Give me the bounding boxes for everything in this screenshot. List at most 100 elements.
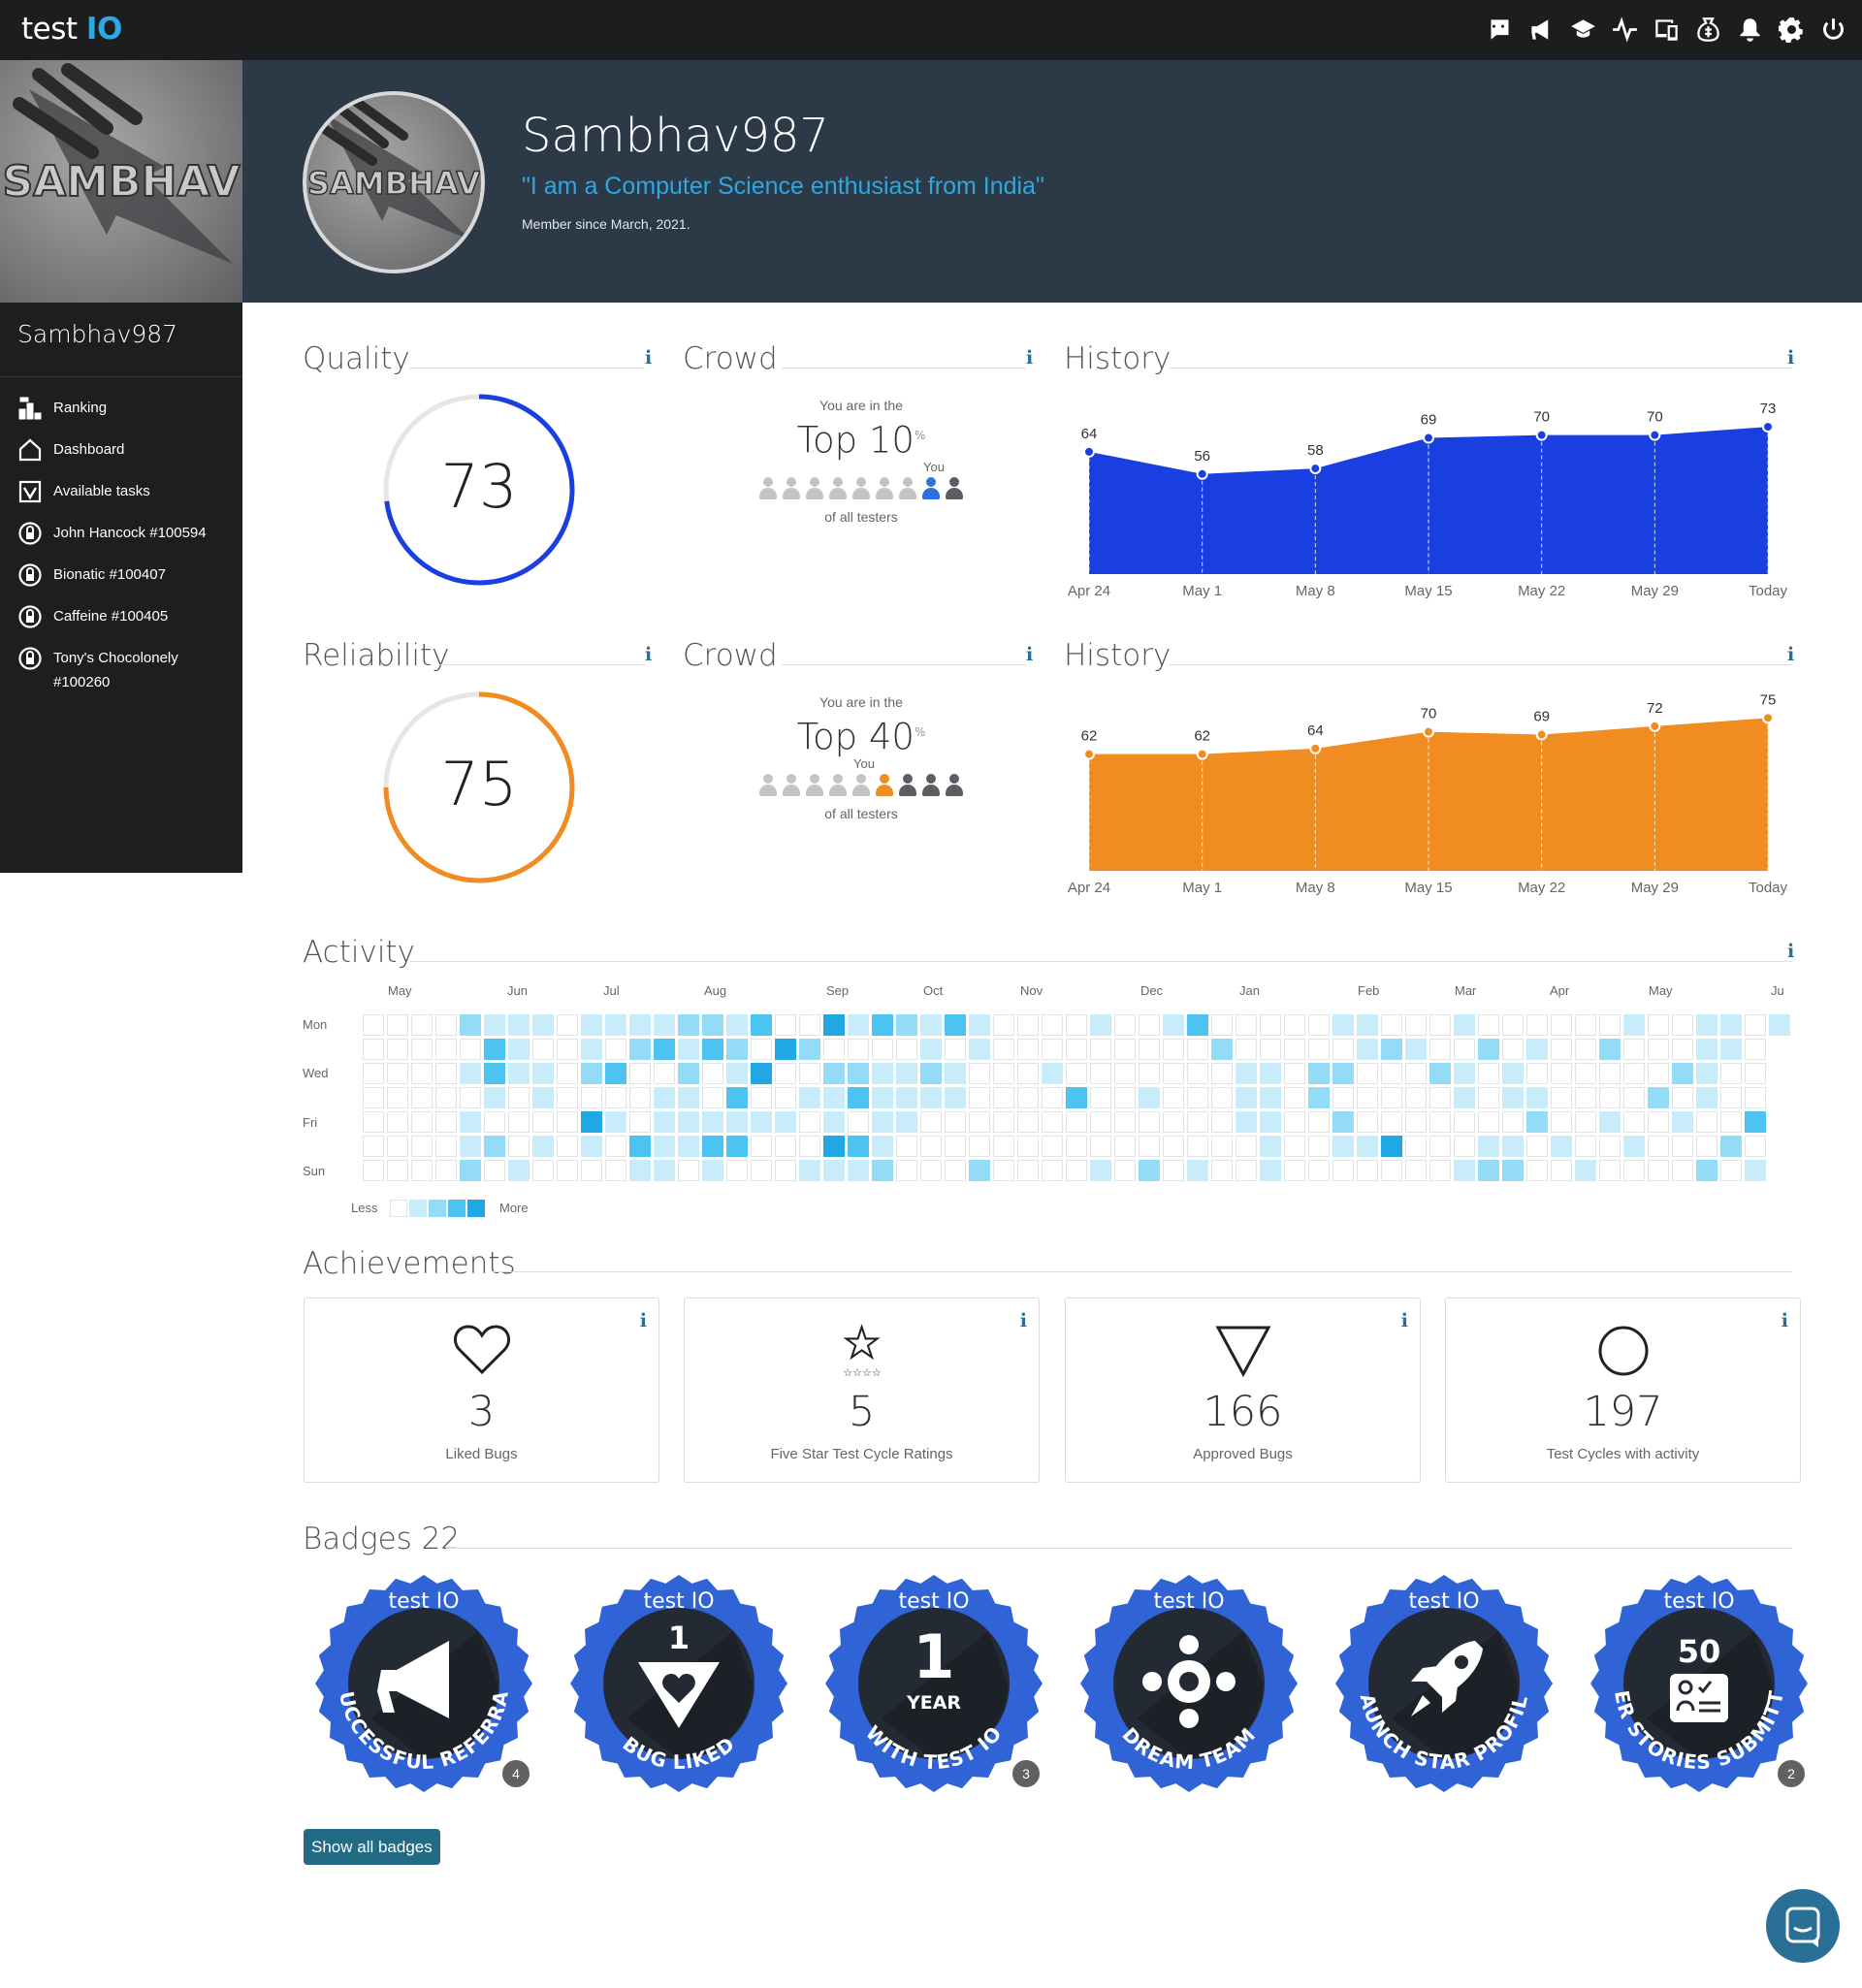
activity-day-cell[interactable] xyxy=(896,1087,917,1108)
activity-day-cell[interactable] xyxy=(1575,1111,1596,1133)
activity-day-cell[interactable] xyxy=(581,1160,602,1181)
activity-day-cell[interactable] xyxy=(1551,1014,1572,1036)
activity-day-cell[interactable] xyxy=(1284,1087,1305,1108)
activity-day-cell[interactable] xyxy=(581,1039,602,1060)
activity-day-cell[interactable] xyxy=(1163,1014,1184,1036)
activity-day-cell[interactable] xyxy=(1163,1039,1184,1060)
activity-day-cell[interactable] xyxy=(460,1039,481,1060)
chat-launcher-button[interactable] xyxy=(1766,1889,1840,1963)
graduation-cap-icon[interactable] xyxy=(1567,14,1598,45)
activity-day-cell[interactable] xyxy=(848,1111,869,1133)
activity-day-cell[interactable] xyxy=(945,1039,966,1060)
reliability-history-point[interactable] xyxy=(1535,728,1548,741)
activity-day-cell[interactable] xyxy=(411,1160,433,1181)
activity-day-cell[interactable] xyxy=(532,1014,554,1036)
activity-day-cell[interactable] xyxy=(1357,1111,1378,1133)
activity-day-cell[interactable] xyxy=(1526,1014,1548,1036)
activity-day-cell[interactable] xyxy=(508,1087,530,1108)
achievement-info-icon[interactable]: i xyxy=(1782,1310,1788,1331)
activity-day-cell[interactable] xyxy=(1163,1136,1184,1157)
achievement-info-icon[interactable]: i xyxy=(640,1310,647,1331)
quality-history-point[interactable] xyxy=(1196,467,1208,480)
activity-day-cell[interactable] xyxy=(532,1063,554,1084)
activity-day-cell[interactable] xyxy=(823,1136,845,1157)
activity-day-cell[interactable] xyxy=(1211,1136,1233,1157)
activity-day-cell[interactable] xyxy=(1648,1160,1669,1181)
activity-day-cell[interactable] xyxy=(387,1087,408,1108)
sidebar-item-dashboard[interactable]: Dashboard xyxy=(0,430,242,471)
activity-day-cell[interactable] xyxy=(1066,1014,1087,1036)
activity-day-cell[interactable] xyxy=(1575,1136,1596,1157)
activity-day-cell[interactable] xyxy=(1308,1014,1330,1036)
activity-day-cell[interactable] xyxy=(1211,1014,1233,1036)
activity-day-cell[interactable] xyxy=(1526,1111,1548,1133)
activity-day-cell[interactable] xyxy=(1429,1160,1451,1181)
quality-history-point[interactable] xyxy=(1762,421,1774,433)
activity-day-cell[interactable] xyxy=(532,1039,554,1060)
activity-day-cell[interactable] xyxy=(1308,1087,1330,1108)
activity-day-cell[interactable] xyxy=(1139,1014,1160,1036)
activity-day-cell[interactable] xyxy=(1260,1014,1281,1036)
activity-day-cell[interactable] xyxy=(557,1136,578,1157)
activity-day-cell[interactable] xyxy=(1017,1014,1039,1036)
activity-day-cell[interactable] xyxy=(1260,1039,1281,1060)
activity-day-cell[interactable] xyxy=(1260,1160,1281,1181)
activity-day-cell[interactable] xyxy=(1551,1087,1572,1108)
activity-day-cell[interactable] xyxy=(775,1160,796,1181)
activity-day-cell[interactable] xyxy=(993,1087,1014,1108)
activity-day-cell[interactable] xyxy=(1551,1160,1572,1181)
activity-day-cell[interactable] xyxy=(1599,1014,1621,1036)
activity-day-cell[interactable] xyxy=(1454,1063,1475,1084)
activity-day-cell[interactable] xyxy=(1502,1160,1524,1181)
activity-day-cell[interactable] xyxy=(1260,1063,1281,1084)
activity-day-cell[interactable] xyxy=(484,1136,505,1157)
activity-day-cell[interactable] xyxy=(1066,1111,1087,1133)
activity-day-cell[interactable] xyxy=(1454,1087,1475,1108)
activity-day-cell[interactable] xyxy=(605,1039,626,1060)
activity-day-cell[interactable] xyxy=(1066,1087,1087,1108)
activity-day-cell[interactable] xyxy=(1381,1014,1402,1036)
activity-day-cell[interactable] xyxy=(872,1063,893,1084)
activity-day-cell[interactable] xyxy=(751,1014,772,1036)
activity-day-cell[interactable] xyxy=(1236,1014,1257,1036)
activity-day-cell[interactable] xyxy=(1163,1087,1184,1108)
activity-day-cell[interactable] xyxy=(945,1111,966,1133)
activity-day-cell[interactable] xyxy=(993,1063,1014,1084)
activity-day-cell[interactable] xyxy=(1551,1136,1572,1157)
activity-day-cell[interactable] xyxy=(654,1087,675,1108)
activity-day-cell[interactable] xyxy=(726,1014,748,1036)
activity-day-cell[interactable] xyxy=(1066,1136,1087,1157)
activity-day-cell[interactable] xyxy=(1381,1087,1402,1108)
activity-day-cell[interactable] xyxy=(1454,1136,1475,1157)
activity-day-cell[interactable] xyxy=(775,1136,796,1157)
activity-day-cell[interactable] xyxy=(387,1039,408,1060)
sidebar-item-bionatic[interactable]: Bionatic #100407 xyxy=(0,555,242,596)
activity-day-cell[interactable] xyxy=(1187,1039,1208,1060)
activity-day-cell[interactable] xyxy=(1696,1039,1718,1060)
activity-day-cell[interactable] xyxy=(1090,1136,1111,1157)
activity-day-cell[interactable] xyxy=(508,1014,530,1036)
activity-day-cell[interactable] xyxy=(387,1063,408,1084)
activity-day-cell[interactable] xyxy=(1187,1087,1208,1108)
activity-day-cell[interactable] xyxy=(945,1063,966,1084)
activity-day-cell[interactable] xyxy=(969,1063,990,1084)
activity-day-cell[interactable] xyxy=(969,1160,990,1181)
activity-day-cell[interactable] xyxy=(1042,1039,1063,1060)
activity-day-cell[interactable] xyxy=(896,1039,917,1060)
power-icon[interactable] xyxy=(1817,14,1848,45)
activity-day-cell[interactable] xyxy=(896,1063,917,1084)
activity-day-cell[interactable] xyxy=(1042,1063,1063,1084)
activity-day-cell[interactable] xyxy=(1696,1136,1718,1157)
activity-day-cell[interactable] xyxy=(460,1087,481,1108)
activity-day-cell[interactable] xyxy=(1090,1014,1111,1036)
activity-day-cell[interactable] xyxy=(726,1087,748,1108)
reliability-history-point[interactable] xyxy=(1762,712,1774,724)
activity-day-cell[interactable] xyxy=(1066,1039,1087,1060)
badge-dream-team[interactable]: test IO DREAM TEAM xyxy=(1078,1573,1300,1794)
activity-day-cell[interactable] xyxy=(1114,1063,1136,1084)
activity-day-cell[interactable] xyxy=(605,1160,626,1181)
badge-with-test-io[interactable]: test IO WITH TEST IO 1 YEAR xyxy=(823,1573,1044,1794)
activity-day-cell[interactable] xyxy=(1526,1160,1548,1181)
activity-day-cell[interactable] xyxy=(1623,1136,1645,1157)
activity-day-cell[interactable] xyxy=(1017,1039,1039,1060)
